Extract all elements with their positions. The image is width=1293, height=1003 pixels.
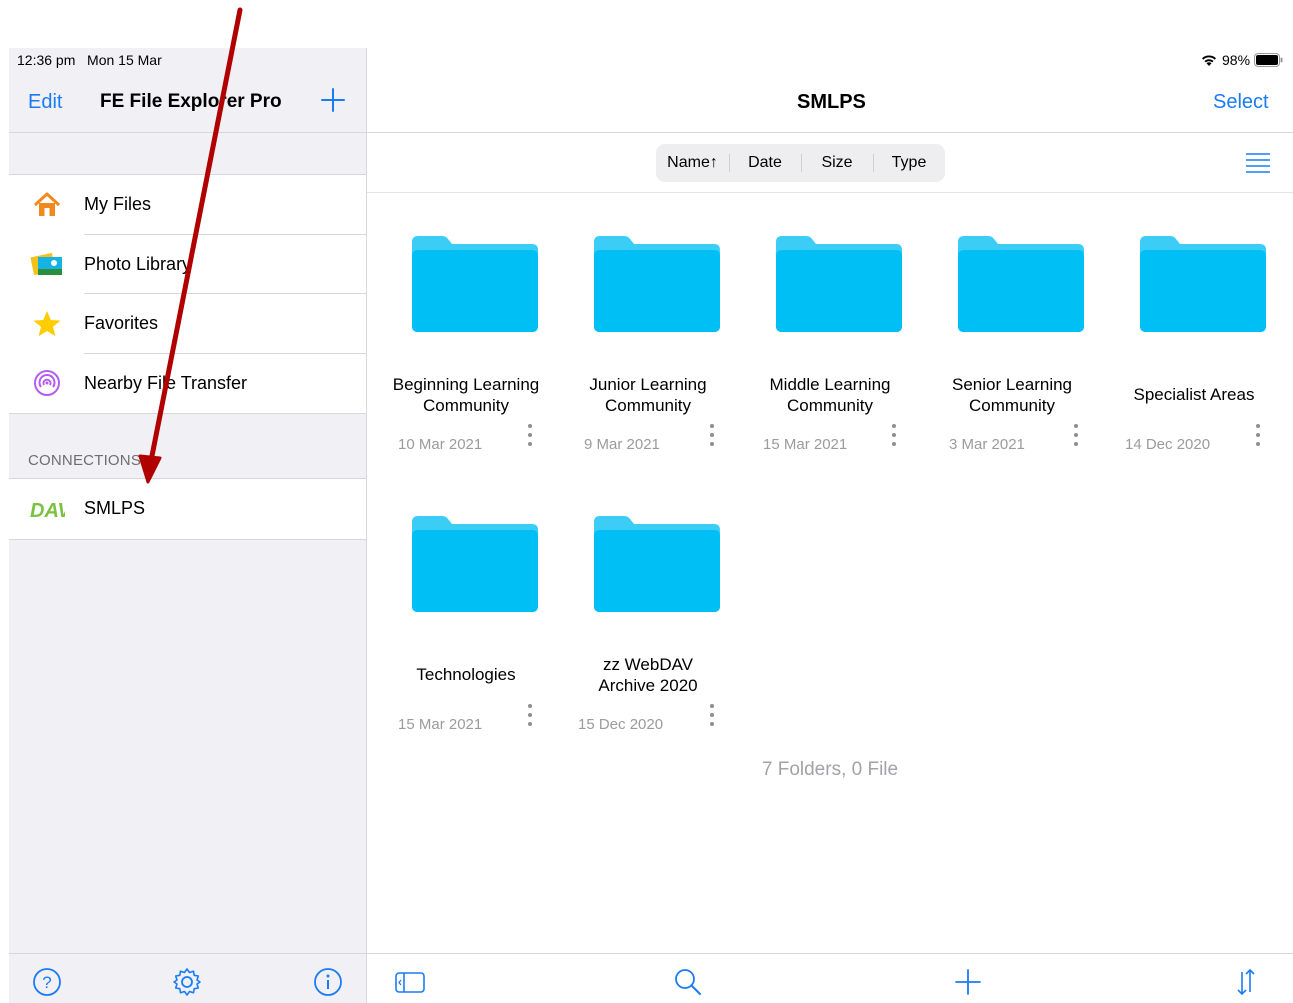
folder-icon[interactable] [412, 236, 538, 332]
folder-icon[interactable] [1140, 236, 1266, 332]
folder-icon[interactable] [412, 516, 538, 612]
sidebar-title: FE File Explorer Pro [100, 91, 282, 112]
sidebar-toggle-icon[interactable] [394, 966, 426, 998]
info-icon[interactable] [312, 966, 344, 998]
sidebar-item-label: Favorites [84, 313, 159, 334]
sort-segmented-control: Name↑ Date Size Type [656, 144, 945, 182]
folder-tile[interactable]: Specialist Areas 14 Dec 2020 [1104, 236, 1284, 466]
more-options-icon[interactable] [1071, 422, 1081, 450]
folder-icon[interactable] [776, 236, 902, 332]
folder-tile[interactable]: Technologies 15 Mar 2021 [376, 516, 556, 746]
settings-icon[interactable] [171, 966, 203, 998]
folder-date: 15 Dec 2020 [578, 716, 664, 733]
sort-by-size[interactable]: Size [801, 144, 873, 182]
sidebar-item-my-files[interactable]: My Files [9, 175, 366, 235]
connections-header: CONNECTIONS [28, 452, 142, 469]
add-connection-icon[interactable] [319, 86, 347, 114]
folder-icon[interactable] [958, 236, 1084, 332]
folder-icon[interactable] [594, 516, 720, 612]
sort-by-type[interactable]: Type [873, 144, 945, 182]
more-options-icon[interactable] [707, 422, 717, 450]
folder-date: 15 Mar 2021 [763, 436, 848, 453]
folder-date: 9 Mar 2021 [584, 436, 660, 453]
folder-icon[interactable] [594, 236, 720, 332]
plus-icon[interactable] [952, 966, 984, 998]
folder-name: Technologies [416, 665, 516, 684]
sidebar-item-smlps[interactable]: DAV SMLPS [9, 479, 366, 539]
divider [367, 132, 1293, 133]
item-count-summary: 7 Folders, 0 File [761, 759, 899, 780]
folder-tile[interactable]: Junior Learning Community 9 Mar 2021 [558, 236, 738, 466]
folder-date: 15 Mar 2021 [398, 716, 483, 733]
sidebar-item-label: Photo Library [84, 253, 192, 274]
folder-tile[interactable]: Beginning Learning Community 10 Mar 2021 [376, 236, 556, 466]
sort-by-name[interactable]: Name↑ [656, 144, 729, 182]
more-options-icon[interactable] [525, 422, 535, 450]
sidebar-item-label: My Files [84, 194, 151, 215]
sidebar-item-label: SMLPS [84, 498, 146, 519]
edit-button[interactable]: Edit [28, 91, 62, 114]
search-icon[interactable] [672, 966, 704, 998]
divider [9, 953, 366, 954]
photo-library-icon [29, 246, 65, 282]
folder-tile[interactable]: Senior Learning Community 3 Mar 2021 [922, 236, 1102, 466]
sidebar-connections: DAV SMLPS [9, 478, 366, 540]
sidebar-item-photo-library[interactable]: Photo Library [9, 235, 366, 294]
page-title: SMLPS [797, 91, 866, 113]
divider [367, 953, 1293, 954]
nearby-transfer-icon [29, 365, 65, 401]
folder-name: zz WebDAV Archive 2020 [598, 655, 698, 695]
more-options-icon[interactable] [525, 702, 535, 730]
sort-by-date[interactable]: Date [729, 144, 801, 182]
sidebar-item-favorites[interactable]: Favorites [9, 294, 366, 354]
folder-date: 14 Dec 2020 [1125, 436, 1211, 453]
folder-name: Middle Learning Community [769, 375, 891, 415]
status-time: 12:36 pm Mon 15 Mar [17, 52, 162, 68]
battery-icon [1254, 53, 1283, 67]
divider [9, 132, 366, 133]
svg-text:?: ? [42, 973, 51, 992]
star-icon [29, 306, 65, 342]
list-view-icon[interactable] [1244, 150, 1272, 176]
folder-name: Junior Learning Community [589, 375, 707, 415]
sort-icon[interactable] [1230, 966, 1262, 998]
sidebar-item-nearby-file-transfer[interactable]: Nearby File Transfer [9, 354, 366, 414]
wifi-icon [1202, 55, 1216, 66]
folder-tile[interactable]: Middle Learning Community 15 Mar 2021 [740, 236, 920, 466]
divider [367, 192, 1293, 193]
folder-name: Beginning Learning Community [392, 375, 540, 415]
more-options-icon[interactable] [707, 702, 717, 730]
folder-name: Senior Learning Community [951, 375, 1073, 415]
svg-text:DAV: DAV [30, 500, 65, 522]
more-options-icon[interactable] [1253, 422, 1263, 450]
help-icon[interactable]: ? [31, 966, 63, 998]
battery-percent: 98% [1222, 52, 1251, 68]
folder-date: 10 Mar 2021 [398, 436, 483, 453]
home-icon [29, 187, 65, 223]
folder-name: Specialist Areas [1133, 385, 1255, 404]
folder-date: 3 Mar 2021 [949, 436, 1025, 453]
dav-icon: DAV [29, 491, 65, 527]
sidebar-item-label: Nearby File Transfer [84, 372, 248, 393]
status-right: 98% [1200, 52, 1284, 68]
select-button[interactable]: Select [1213, 91, 1269, 114]
folder-tile[interactable]: zz WebDAV Archive 2020 15 Dec 2020 [558, 516, 738, 746]
more-options-icon[interactable] [889, 422, 899, 450]
sidebar-locations: My Files Photo Library Favorites Nearby … [9, 174, 366, 414]
